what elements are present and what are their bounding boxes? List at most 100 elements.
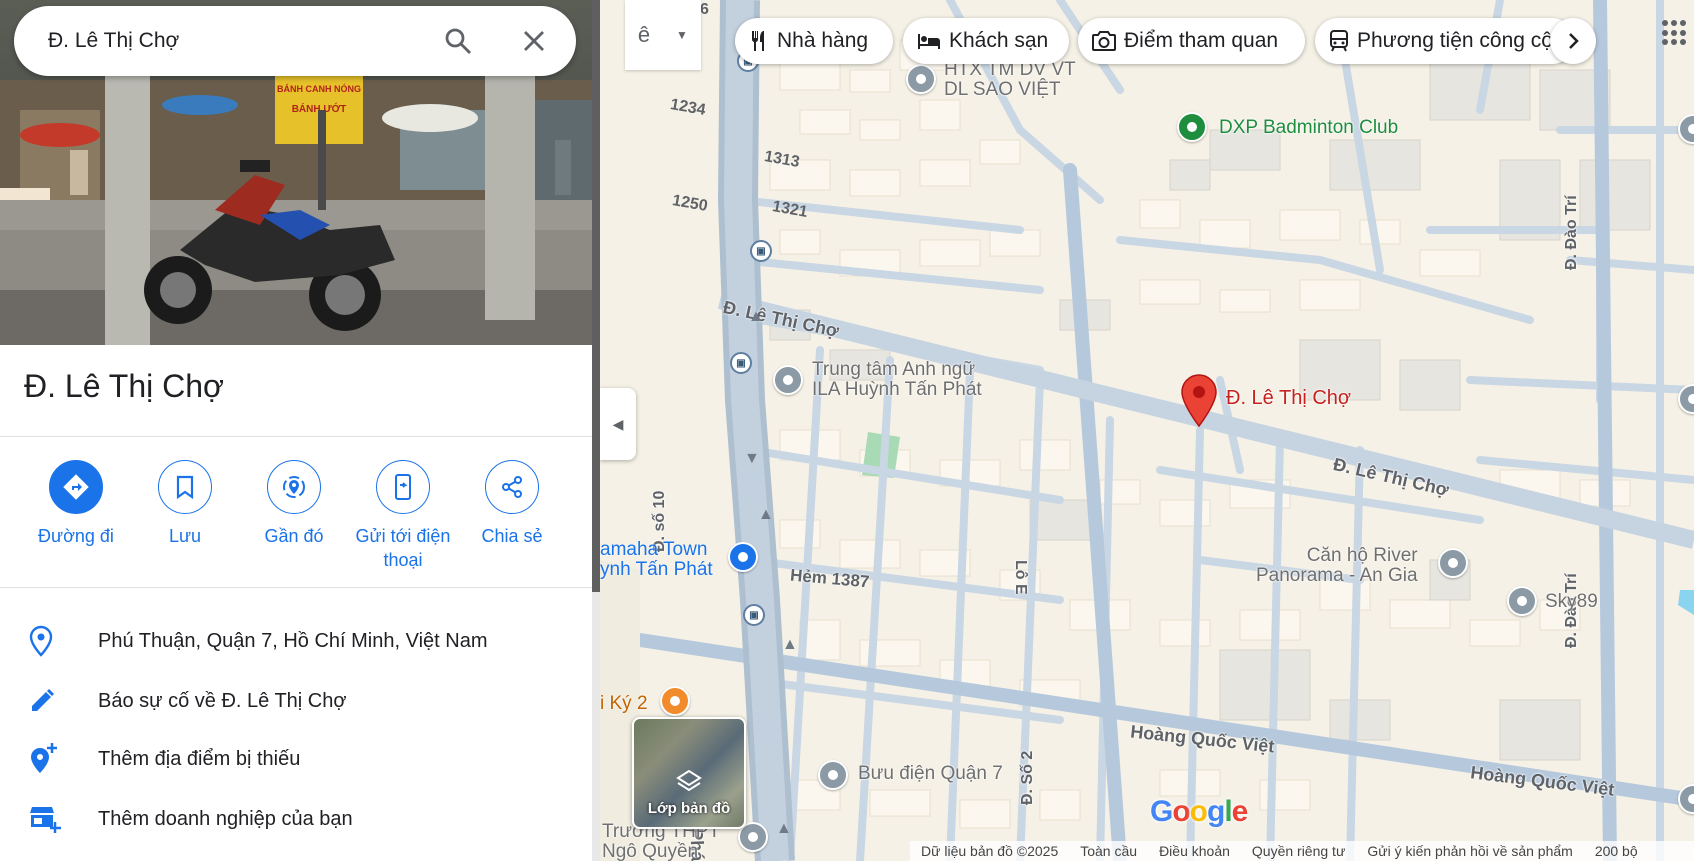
poi-label-ila[interactable]: Trung tâm Anh ngữ ILA Huỳnh Tấn Phát [812,360,982,400]
action-label: Lưu [168,526,202,546]
place-title: Đ. Lê Thị Chợ [24,368,225,404]
divider [0,587,592,588]
nearby-button[interactable]: Gần đó [239,460,349,548]
google-logo: Google [1150,795,1248,828]
collapse-panel-button[interactable]: ◀ [600,388,636,460]
action-label: Chia sẻ [481,526,543,546]
divider [0,436,592,437]
poi-pin-restaurant-icon[interactable] [660,686,690,716]
chip-hotels[interactable]: Khách sạn [903,18,1069,64]
chip-label: Điểm tham quan [1124,29,1279,52]
pencil-icon [32,688,55,711]
poi-label-yamaha-line1: amaha Town [600,539,708,560]
one-way-arrow-icon: ▲ [758,506,774,523]
one-way-arrow-icon: ▲ [776,820,792,837]
add-business-row[interactable]: Thêm doanh nghiệp của bạn [0,790,592,848]
transliteration-icon[interactable]: ê [625,0,663,70]
chip-restaurants[interactable]: Nhà hàng [735,18,893,64]
share-button[interactable]: Chia sẻ [457,460,567,548]
poi-pin-htx[interactable] [906,64,936,94]
poi-pin-river-panorama[interactable] [1438,548,1468,578]
action-label: Gửi tới điện thoại [355,526,451,570]
street-label-dso2: Đ. Số 2 [1019,750,1036,805]
bus-stop-icon[interactable]: ▣ [743,604,765,626]
close-icon [524,31,544,51]
selected-place-label[interactable]: Đ. Lê Thị Chợ [1226,388,1351,409]
bus-stop-icon[interactable]: ▣ [730,352,752,374]
poi-label-buu-dien[interactable]: Bưu điện Quận 7 [858,764,1003,784]
panel-scrollbar-track[interactable] [592,592,600,861]
directions-icon [63,474,89,500]
poi-pin-ila-school[interactable] [773,365,803,395]
send-to-phone-button[interactable]: Gửi tới điện thoại [348,460,458,572]
one-way-arrow-icon: ▲ [782,636,798,653]
chevron-left-icon: ◀ [612,415,624,432]
report-issue-row[interactable]: Báo sự cố về Đ. Lê Thị Chợ [0,672,592,730]
one-way-arrow-icon: ▼ [744,450,760,467]
poi-label-ky2[interactable]: i Ký 2 [600,694,648,714]
action-label: Đường đi [38,526,114,546]
add-missing-place-row[interactable]: Thêm địa điểm bị thiếu [0,730,592,788]
chevron-right-icon [1569,33,1579,49]
poi-label-yamaha[interactable]: amaha Town ynh Tấn Phát [600,540,713,580]
poi-label-htx[interactable]: HTX TM DV VT DL SAO VIỆT [944,60,1076,100]
poi-label-htx-line2: DL SAO VIỆT [944,78,1061,100]
place-panel: BÁNH CANH NÓNG BÁNH ƯỚT 5K [0,0,592,861]
bus-stop-icon[interactable]: ▣ [750,240,772,262]
one-way-arrow-icon: ▲ [748,308,764,325]
save-button[interactable]: Lưu [130,460,240,548]
camera-icon [1092,31,1116,51]
poi-pin-sky89[interactable] [1507,586,1537,616]
chip-transit[interactable]: Phương tiện công cộng [1315,18,1575,64]
map-mode-toggle[interactable]: ê ▼ [625,0,701,70]
poi-label-river-panorama[interactable]: Căn hộ River Panorama - An Gia [1256,546,1418,586]
poi-label-truong-line2: Ngô Quyền [602,840,699,861]
add-location-icon [31,743,57,773]
chip-attractions[interactable]: Điểm tham quan [1078,18,1305,64]
poi-label-sky89[interactable]: Sky89 [1545,592,1598,612]
chips-next-button[interactable] [1550,18,1596,64]
footer-terms-link[interactable]: Điều khoản [1159,843,1230,859]
poi-label-ila-line1: Trung tâm Anh ngữ [812,359,976,380]
action-label: Gần đó [264,526,324,546]
bookmark-icon [176,475,194,499]
map-scale[interactable]: 200 bộ [1595,843,1638,859]
directions-button[interactable]: Đường đi [21,460,131,548]
add-business-icon [30,807,61,833]
layers-icon [634,769,744,798]
selected-place-pin-icon[interactable] [1180,374,1218,428]
google-apps-icon[interactable] [1662,20,1688,46]
send-to-phone-icon [395,474,411,500]
mode-glyph: ê [637,22,651,47]
search-button[interactable] [440,23,476,59]
restaurant-icon [749,30,769,52]
clear-search-button[interactable] [516,23,552,59]
chevron-down-icon[interactable]: ▼ [663,0,701,70]
poi-pin-dxp-badminton[interactable] [1177,112,1207,142]
search-input[interactable] [48,29,428,53]
footer-feedback-link[interactable]: Gửi ý kiến phản hồi về sản phẩm [1367,843,1573,859]
address-row[interactable]: Phú Thuận, Quận 7, Hồ Chí Minh, Việt Nam [0,612,592,670]
poi-label-dxp-badminton[interactable]: DXP Badminton Club [1219,118,1398,138]
map-canvas[interactable]: Đ. Lê Thị Chợ Đ. Lê Thị Chợ Huỳnh Tấn Ph… [600,0,1694,861]
location-pin-icon [29,625,53,657]
hotel-icon [917,32,941,50]
chip-label: Phương tiện công cộng [1357,29,1575,52]
address-text: Phú Thuận, Quận 7, Hồ Chí Minh, Việt Nam [98,629,488,652]
poi-label-ila-line2: ILA Huỳnh Tấn Phát [812,378,982,400]
chip-label: Nhà hàng [777,29,869,52]
poi-label-yamaha-line2: ynh Tấn Phát [600,558,713,580]
map-footer: Dữ liệu bản đồ ©2025 Toàn cầu Điều khoản… [910,841,1694,861]
map-layers-button[interactable]: Lớp bản đồ [632,717,746,829]
share-icon [502,476,522,498]
add-business-text: Thêm doanh nghiệp của bạn [98,807,353,830]
search-box[interactable] [14,6,576,76]
poi-pin-post-office-icon[interactable] [818,760,848,790]
footer-privacy-link[interactable]: Quyền riêng tư [1252,843,1345,859]
panel-scrollbar-thumb[interactable] [592,0,600,592]
add-missing-place-text: Thêm địa điểm bị thiếu [98,747,301,770]
chip-label: Khách sạn [949,29,1049,52]
poi-pin-yamaha-shopping-icon[interactable] [728,542,758,572]
search-icon [445,28,471,54]
footer-global-link[interactable]: Toàn cầu [1080,843,1137,859]
